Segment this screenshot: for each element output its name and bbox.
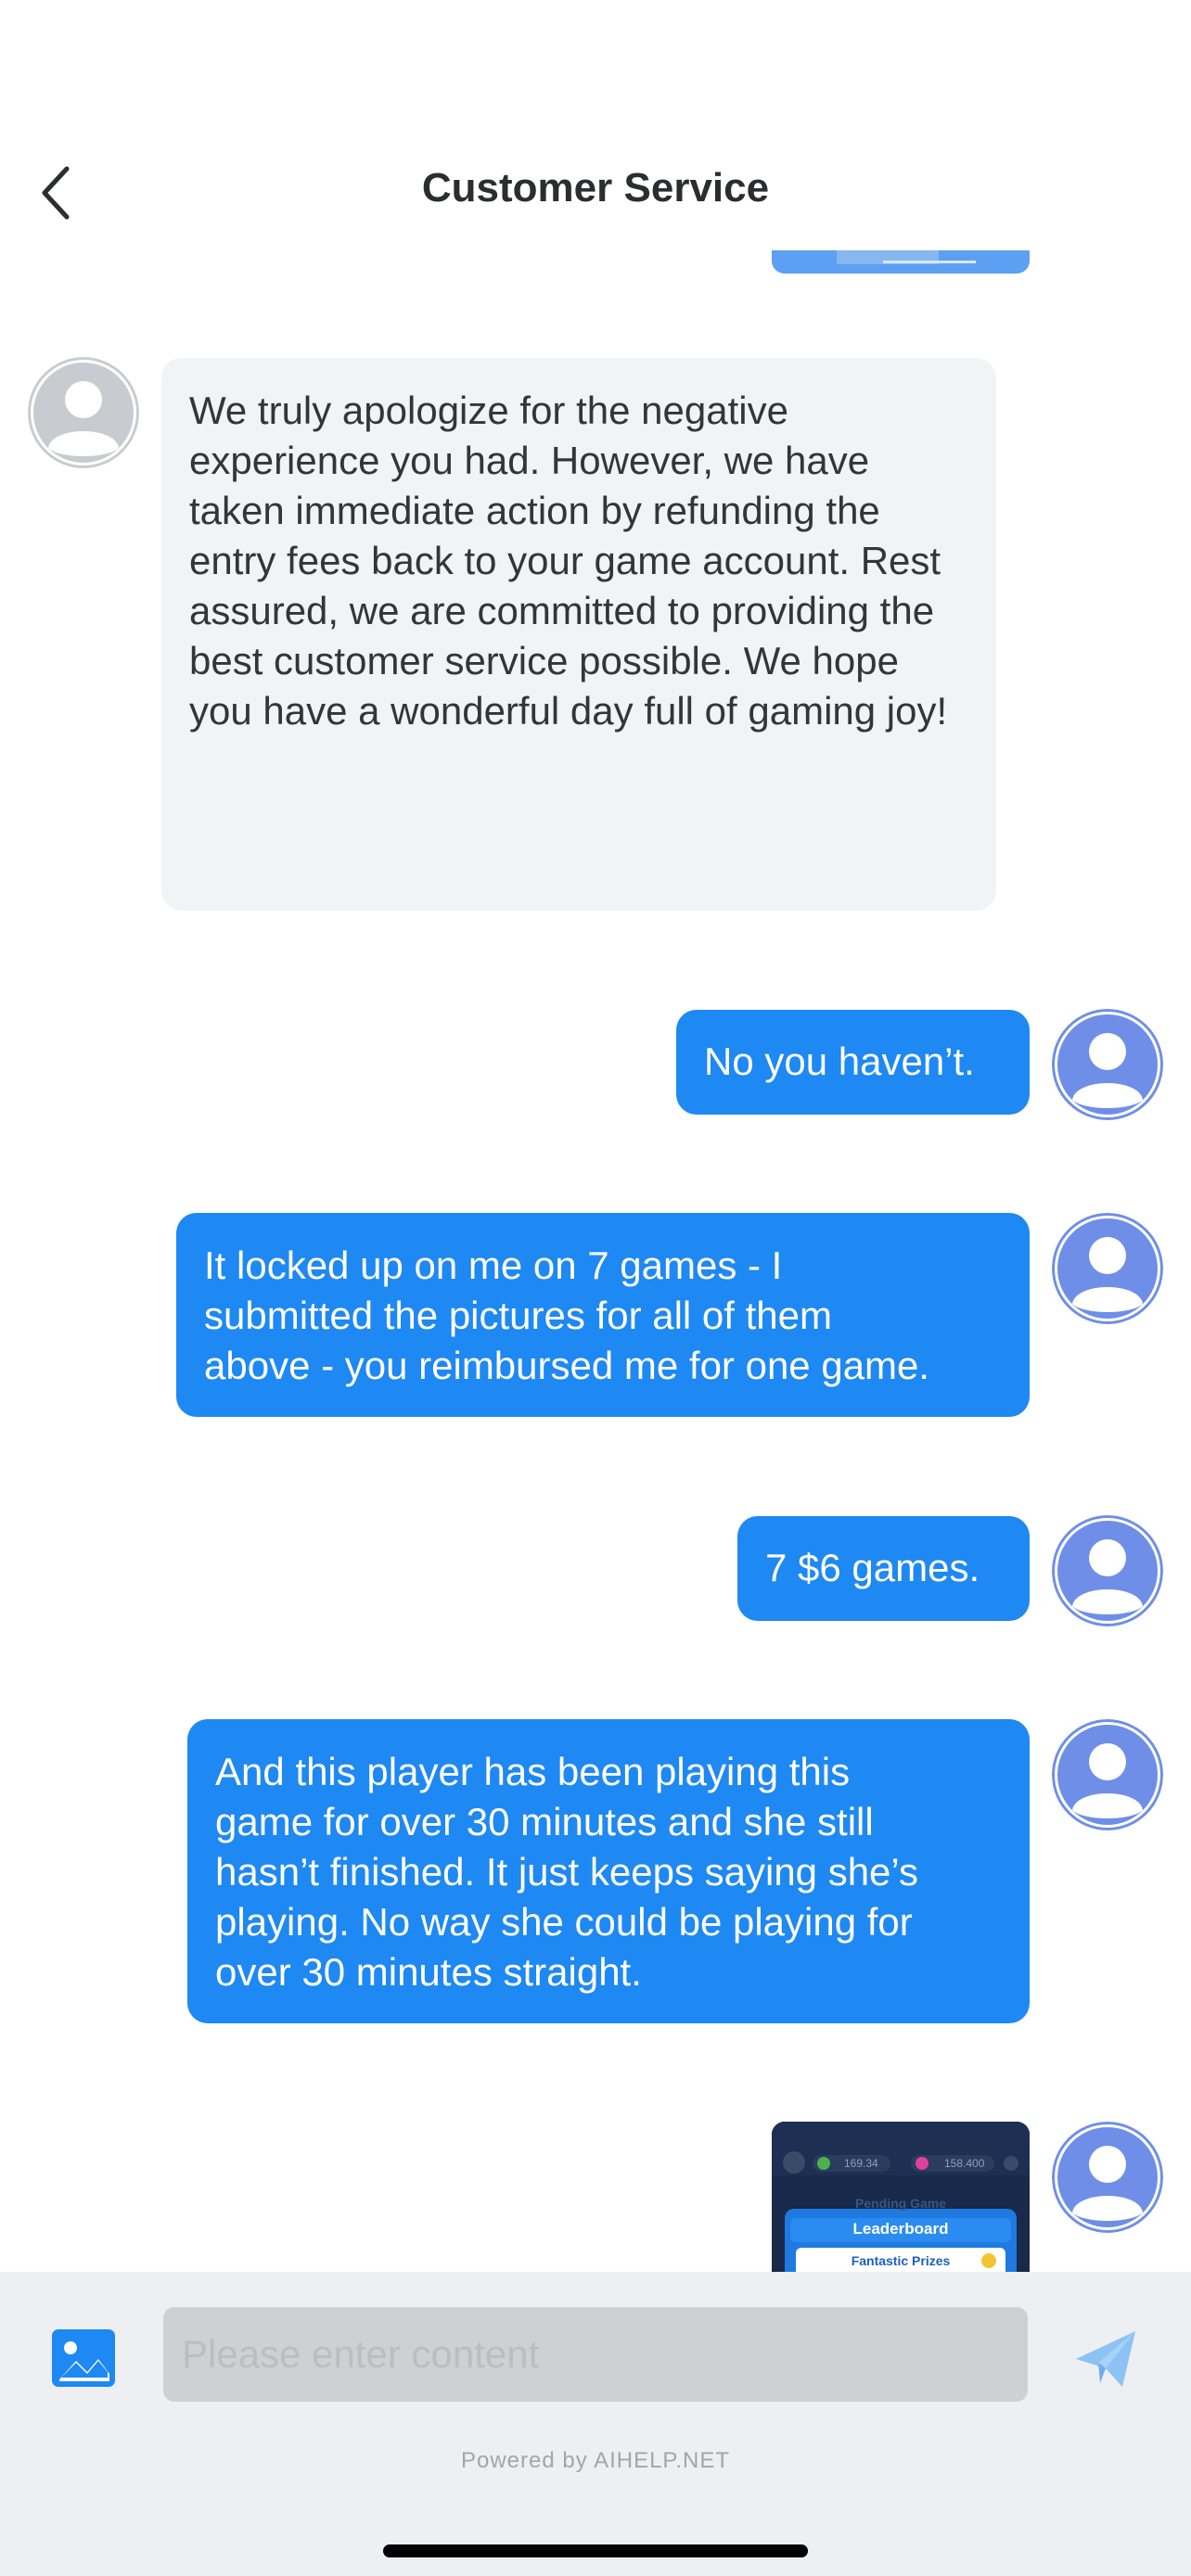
- navigation-header: Customer Service: [0, 0, 1191, 250]
- user-avatar: [1052, 1213, 1163, 1324]
- user-silhouette-icon: [28, 357, 139, 468]
- image-stat-2: 158.400: [944, 2157, 985, 2170]
- page-title: Customer Service: [421, 165, 770, 210]
- user-message-bubble: 7 $6 games.: [737, 1516, 1030, 1621]
- image-subtitle-text: Fantastic Prizes: [851, 2253, 951, 2268]
- user-avatar: [1052, 1719, 1163, 1830]
- user-silhouette-icon: [1052, 1515, 1163, 1626]
- user-avatar: [1052, 1515, 1163, 1626]
- image-stat-1: 169.34: [844, 2157, 878, 2170]
- user-silhouette-icon: [1052, 1719, 1163, 1830]
- agent-avatar: [28, 357, 139, 468]
- message-input-bar: Powered by AIHELP.NET: [0, 2272, 1191, 2576]
- send-button[interactable]: [1072, 2326, 1139, 2392]
- user-silhouette-icon: [1052, 1213, 1163, 1324]
- chat-scroll-area[interactable]: We truly apologize for the negative expe…: [0, 0, 1191, 2272]
- user-avatar: [1052, 2122, 1163, 2233]
- image-banner-text: Leaderboard: [852, 2220, 949, 2238]
- user-message-bubble: And this player has been playing this ga…: [187, 1719, 1030, 2023]
- powered-by-text: Powered by AIHELP.NET: [460, 2448, 731, 2473]
- image-icon: [52, 2329, 115, 2387]
- image-attachment-thumbnail[interactable]: Pending Game 169.34 158.400 Leaderboard …: [772, 2122, 1030, 2272]
- user-silhouette-icon: [1052, 2122, 1163, 2233]
- user-message-bubble: No you haven’t.: [676, 1010, 1030, 1115]
- user-avatar: [1052, 1009, 1163, 1120]
- home-indicator[interactable]: [383, 2544, 808, 2557]
- paper-plane-icon: [1076, 2331, 1135, 2387]
- user-silhouette-icon: [1052, 1009, 1163, 1120]
- image-faded-title: Pending Game: [854, 2196, 947, 2211]
- agent-message-bubble: We truly apologize for the negative expe…: [161, 358, 996, 911]
- user-message-bubble: It locked up on me on 7 games - I submit…: [176, 1213, 1030, 1417]
- image-upload-button[interactable]: [52, 2329, 121, 2391]
- message-text-input[interactable]: [163, 2307, 1028, 2402]
